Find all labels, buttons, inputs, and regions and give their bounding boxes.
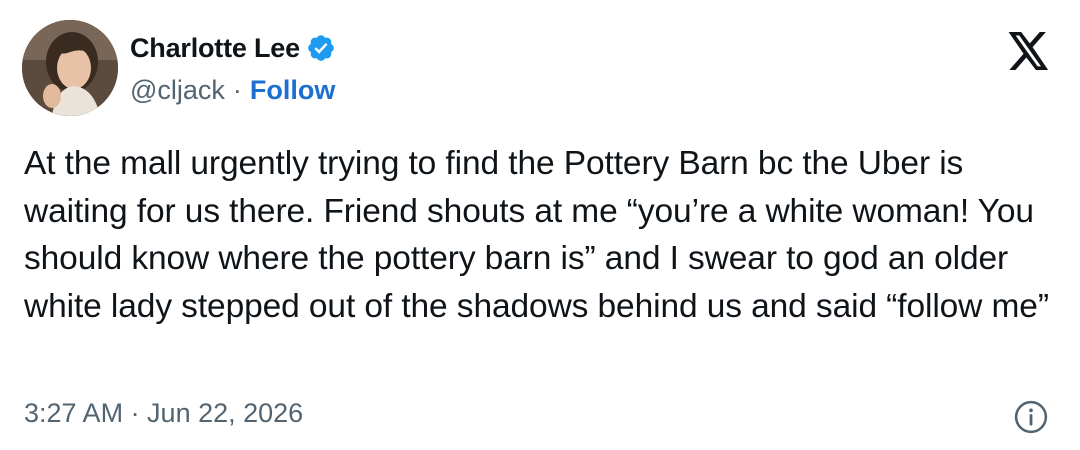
avatar[interactable] [22, 20, 118, 116]
info-icon[interactable] [1014, 400, 1048, 434]
tweet-text: At the mall urgently trying to find the … [24, 145, 1049, 325]
author-name-row: Charlotte Lee [130, 30, 336, 66]
tweet-card: Charlotte Lee @cljack · Follow At the ma… [0, 0, 1080, 450]
display-name[interactable]: Charlotte Lee [130, 33, 300, 64]
avatar-image [22, 20, 118, 116]
verified-badge-icon [308, 35, 334, 61]
x-logo-icon[interactable] [1006, 32, 1052, 70]
author-handle[interactable]: @cljack [130, 75, 225, 106]
author-handle-row: @cljack · Follow [130, 72, 335, 108]
tweet-timestamp[interactable]: 3:27 AM · Jun 22, 2026 [24, 398, 303, 429]
follow-button[interactable]: Follow [250, 75, 335, 106]
separator-dot: · [232, 74, 242, 105]
